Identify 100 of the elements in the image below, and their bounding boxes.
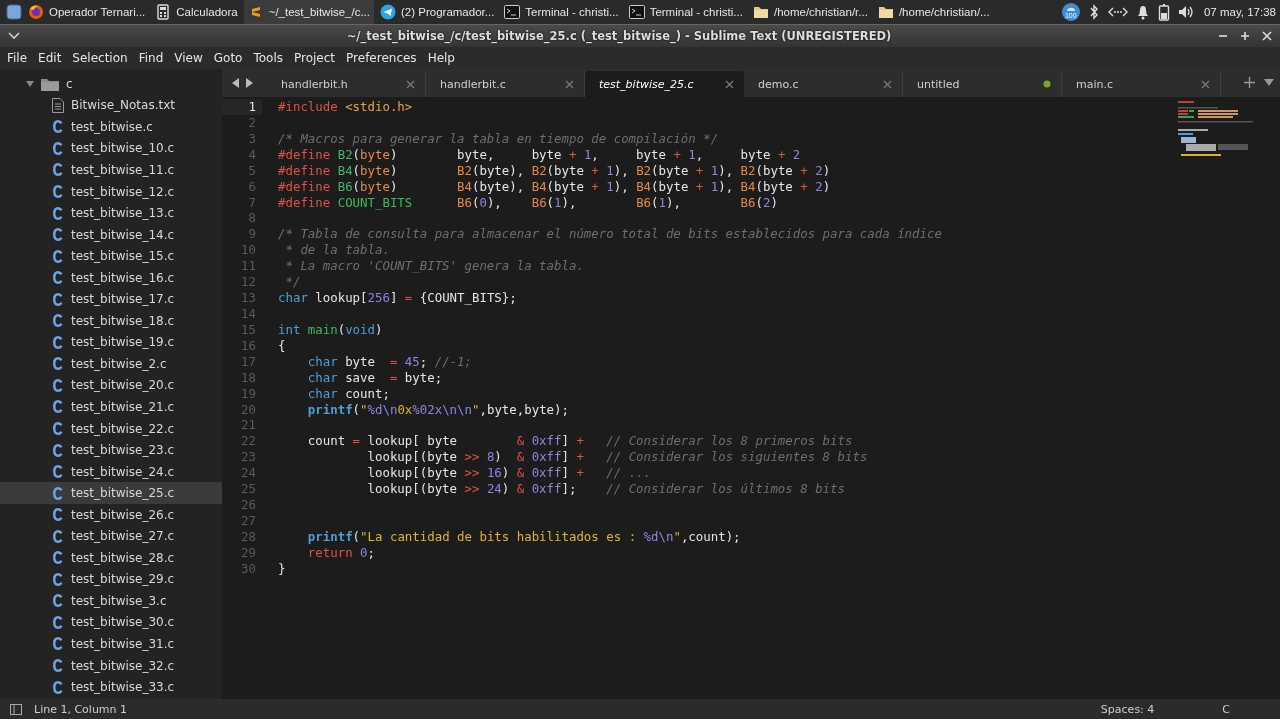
taskbar-button[interactable]: ~/_test_bitwise_/c...	[243, 0, 374, 24]
code-line: count = lookup[ byte & 0xff] + // Considerar los 8 primeros bits	[306, 433, 854, 450]
code-line: lookup[(byte >> 24) & 0xff]; // Considerar los últimos 8 bits	[366, 481, 846, 498]
line-number: 18	[240, 369, 257, 386]
file-row[interactable]: test_bitwise_16.c	[0, 266, 222, 289]
folder-row[interactable]: c	[0, 73, 222, 95]
file-row[interactable]: test_bitwise_28.c	[0, 547, 222, 569]
arrow-right-icon[interactable]	[245, 78, 253, 88]
cloud-icon[interactable]	[1061, 3, 1080, 21]
panel-toggle-icon[interactable]	[10, 704, 22, 715]
file-row[interactable]: test_bitwise_29.c	[0, 568, 222, 591]
code-line: printf("La cantidad de bits habilitados es : %d\n",count);	[306, 528, 742, 545]
code-line: lookup[(byte >> 16) & 0xff] + // ...	[366, 465, 653, 482]
code-line: #define B6(byte) B4(byte), B4(byte + 1), B4(byte + 1), B4(byte + 2)	[278, 178, 832, 195]
editor-tab[interactable]: main.c	[1062, 71, 1221, 97]
taskbar-button[interactable]: Calculadora	[151, 0, 242, 24]
file-row[interactable]: test_bitwise_23.c	[0, 439, 222, 461]
line-number: 21	[240, 417, 257, 434]
menu-item[interactable]: View	[170, 51, 207, 65]
file-row[interactable]: test_bitwise_2.c	[0, 353, 222, 375]
code-line: /* Tabla de consulta para almacenar el número total de bits establecidos para cada índice	[278, 226, 943, 243]
editor-tab[interactable]: demo.c	[744, 71, 903, 97]
line-number: 3	[247, 130, 257, 147]
arrow-left-icon[interactable]	[232, 78, 240, 88]
file-row[interactable]: test_bitwise_12.c	[0, 180, 222, 203]
file-row[interactable]: test_bitwise_24.c	[0, 460, 222, 483]
c-file-icon	[52, 162, 64, 178]
file-row[interactable]: test_bitwise_14.c	[0, 223, 222, 246]
terminal-icon	[628, 4, 645, 20]
menu-item[interactable]: Help	[423, 51, 459, 65]
c-file-icon	[52, 119, 64, 135]
file-row[interactable]: test_bitwise_30.c	[0, 611, 222, 634]
menu-item[interactable]: Goto	[209, 51, 247, 65]
menu-item[interactable]: Tools	[249, 51, 287, 65]
close-icon[interactable]	[725, 79, 734, 89]
code-line: #define B2(byte) byte, byte + 1, byte + 1, byte + 2	[278, 146, 802, 163]
menu-item[interactable]: File	[3, 51, 32, 65]
file-row[interactable]: test_bitwise_3.c	[0, 590, 222, 612]
file-row[interactable]: test_bitwise_32.c	[0, 654, 222, 677]
taskbar-button[interactable]: Operador Ternari...	[24, 0, 150, 24]
taskbar-button[interactable]: Terminal - christi...	[624, 0, 747, 24]
indentation-setting[interactable]: Spaces: 4	[1100, 703, 1155, 716]
line-number: 13	[240, 290, 257, 306]
document-icon	[52, 97, 64, 113]
line-number: 7	[247, 194, 257, 211]
globe-icon	[28, 4, 44, 20]
file-row[interactable]: test_bitwise_33.c	[0, 676, 222, 698]
plus-icon[interactable]	[1244, 77, 1255, 88]
file-row[interactable]: test_bitwise_31.c	[0, 633, 222, 655]
menu-item[interactable]: Find	[134, 51, 168, 65]
taskbar-button[interactable]: (2) Programador...	[376, 0, 499, 24]
file-row[interactable]: test_bitwise_26.c	[0, 503, 222, 526]
file-row[interactable]: test_bitwise_18.c	[0, 310, 222, 332]
file-row[interactable]: test_bitwise.c	[0, 116, 222, 138]
line-number: 8	[247, 210, 257, 227]
c-file-icon	[52, 270, 64, 286]
line-number: 25	[240, 481, 257, 498]
file-row[interactable]: test_bitwise_27.c	[0, 525, 222, 548]
menu-item[interactable]: Selection	[68, 51, 132, 65]
clock-text[interactable]: 07 may, 17:38	[1203, 6, 1276, 18]
speaker-icon[interactable]	[1177, 4, 1196, 20]
file-row[interactable]: Bitwise_Notas.txt	[0, 94, 222, 117]
c-file-icon	[52, 184, 64, 199]
c-file-icon	[52, 140, 64, 156]
line-number: 15	[240, 321, 257, 338]
folder-icon	[877, 4, 894, 20]
bluetooth-icon[interactable]	[1087, 4, 1100, 20]
menu-item[interactable]: Edit	[34, 51, 66, 65]
line-number: 17	[240, 353, 257, 370]
file-row[interactable]: test_bitwise_13.c	[0, 202, 222, 224]
file-row[interactable]: test_bitwise_15.c	[0, 245, 222, 267]
taskbar-button[interactable]: /home/christian/r...	[748, 0, 872, 24]
line-number: 2	[247, 114, 257, 131]
caret-down-icon[interactable]	[26, 79, 34, 88]
syntax-setting[interactable]: C	[1222, 703, 1230, 716]
caret-down-icon[interactable]	[1264, 79, 1274, 86]
editor-tab[interactable]: handlerbit.h	[267, 71, 426, 97]
maximize-icon[interactable]	[1240, 31, 1250, 41]
modified-dot-icon[interactable]	[1043, 80, 1051, 88]
chevron-down-icon[interactable]	[8, 32, 20, 40]
taskbar-button[interactable]: Terminal - christi...	[500, 0, 623, 24]
file-row[interactable]: test_bitwise_20.c	[0, 374, 222, 397]
c-file-icon	[52, 421, 64, 436]
file-row[interactable]: test_bitwise_11.c	[0, 159, 222, 181]
c-file-icon	[52, 636, 64, 652]
line-number: 24	[240, 465, 257, 482]
editor-tab[interactable]: test_bitwise_25.c	[585, 71, 744, 97]
file-row[interactable]: test_bitwise_22.c	[0, 417, 222, 440]
file-row[interactable]: test_bitwise_10.c	[0, 137, 222, 160]
file-row[interactable]: test_bitwise_17.c	[0, 288, 222, 310]
menu-item[interactable]: Preferences	[342, 51, 421, 65]
taskbar-button[interactable]: /home/christian/...	[873, 0, 994, 24]
bell-icon[interactable]	[1135, 4, 1150, 20]
menu-item[interactable]: Project	[290, 51, 340, 65]
battery-icon[interactable]	[1157, 3, 1170, 21]
file-row[interactable]: test_bitwise_21.c	[0, 396, 222, 418]
file-row[interactable]: test_bitwise_19.c	[0, 331, 222, 354]
file-row[interactable]: test_bitwise_25.c	[0, 482, 222, 504]
editor-tab[interactable]: untitled	[903, 71, 1062, 97]
app-menu-icon[interactable]	[6, 4, 22, 20]
